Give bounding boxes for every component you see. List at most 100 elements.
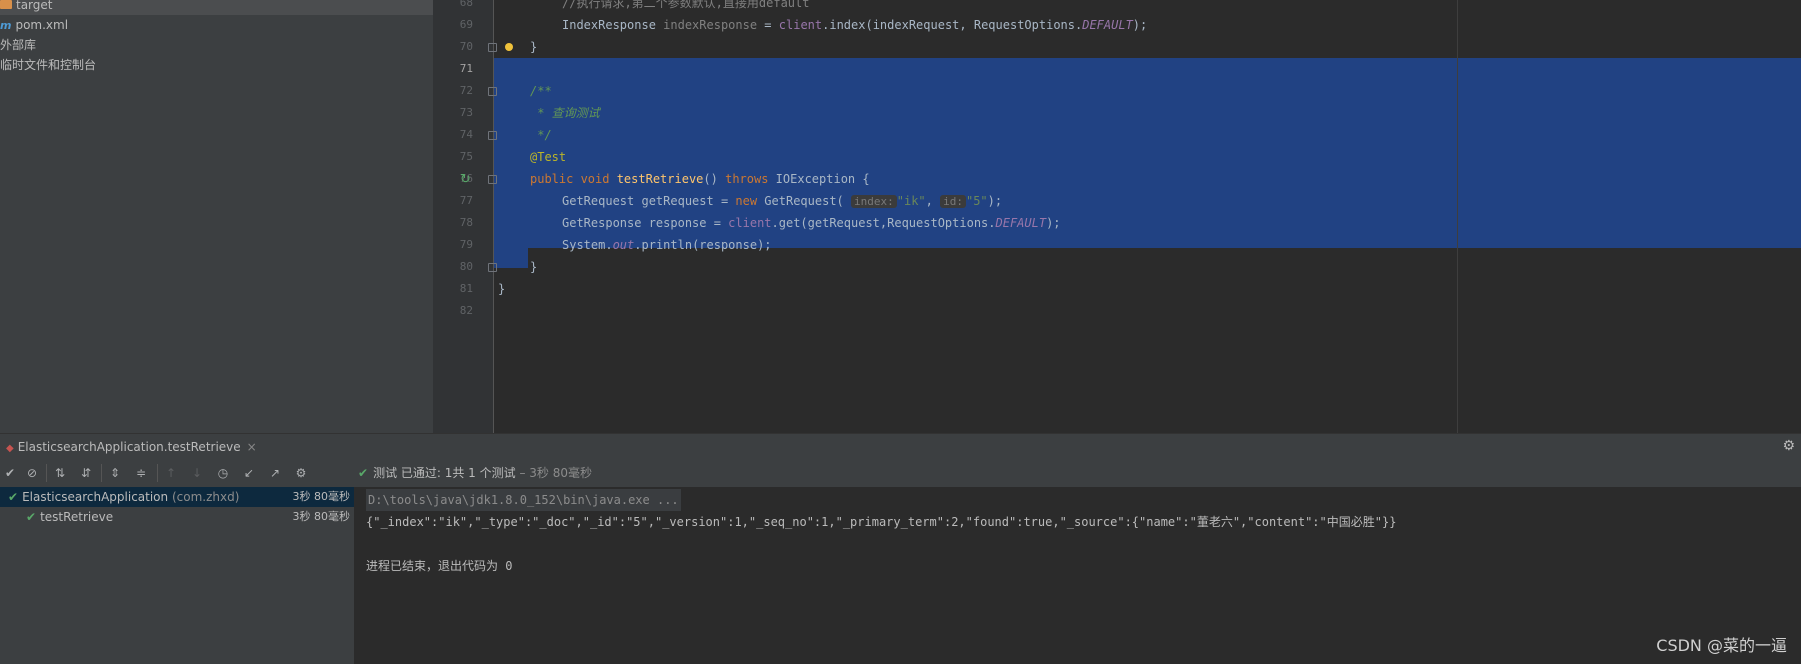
tree-item-target[interactable]: target (0, 0, 433, 15)
code-line-79: System.out.println(response); (562, 234, 772, 256)
tree-item-label: 临时文件和控制台 (0, 58, 97, 72)
toolbar-divider (157, 464, 158, 482)
code-token: IOException { (775, 172, 870, 186)
sort-alphabetically-icon[interactable]: ⇅ (50, 463, 70, 483)
code-token: public void (530, 172, 617, 186)
sort-by-duration-icon[interactable]: ⇵ (76, 463, 96, 483)
test-name: ElasticsearchApplication (22, 490, 169, 504)
code-token: .get(getRequest,RequestOptions. (771, 216, 996, 230)
text-selection-tail (494, 248, 528, 268)
check-icon: ✔ (358, 466, 369, 480)
lightbulb-icon[interactable] (505, 43, 513, 51)
test-name: testRetrieve (40, 510, 114, 524)
line-number: 71 (459, 62, 473, 75)
code-token: new (735, 194, 765, 208)
run-toolbar: ✔ ⊘ ⇅ ⇵ ⇕ ≑ ↑ ↓ ◷ ↙ ↗ ⚙ (0, 459, 354, 487)
next-failed-icon[interactable]: ↓ (187, 463, 207, 483)
line-number: 75 (459, 150, 473, 163)
watermark: CSDN @菜的一逼 (1656, 636, 1787, 655)
line-number: 72 (459, 84, 473, 97)
show-passed-icon[interactable]: ✔ (0, 463, 20, 483)
code-token: DEFAULT (1082, 18, 1133, 32)
close-icon[interactable]: × (247, 440, 257, 454)
tree-item-external-libraries[interactable]: 外部库 (0, 35, 36, 55)
comment: * 查询测试 (530, 106, 600, 120)
code-token: out (612, 238, 635, 252)
code-token: ); (987, 194, 1003, 208)
tree-item-label: target (16, 0, 53, 12)
line-number: 73 (459, 106, 473, 119)
string-literal: "5" (965, 194, 988, 208)
annotation: @Test (530, 150, 567, 164)
code-token: GetRequest getRequest = (562, 194, 736, 208)
comment: */ (530, 128, 552, 142)
console-exit-line: 进程已结束，退出代码为 0 (366, 559, 513, 573)
console-command-line[interactable]: D:\tools\java\jdk1.8.0_152\bin\java.exe … (366, 489, 681, 511)
code-line-72: /** (530, 80, 552, 102)
code-token: throws (725, 172, 776, 186)
run-tab[interactable]: ◆ ElasticsearchApplication.testRetrieve × (6, 434, 257, 460)
comment: /** (530, 84, 552, 98)
run-tool-window-header: ◆ ElasticsearchApplication.testRetrieve × … (0, 433, 1801, 460)
code-line-80: } (530, 256, 537, 278)
test-status-text: 测试 已通过: 1共 1 个测试 (373, 466, 516, 480)
code-line-68: //执行请求,第二个参数默认,直接用default (562, 0, 809, 14)
test-results-tree: ✔ ElasticsearchApplication (com.zhxd) 3秒 … (0, 487, 355, 664)
run-tab-label: ElasticsearchApplication.testRetrieve (17, 440, 241, 454)
line-number: 78 (459, 216, 473, 229)
fold-marker[interactable] (488, 87, 497, 96)
code-token: client (778, 18, 823, 32)
code-token: .println(response); (634, 238, 772, 252)
gear-icon[interactable]: ⚙ (1782, 438, 1795, 454)
code-token: ); (1046, 216, 1061, 230)
import-tests-icon[interactable]: ↙ (239, 463, 259, 483)
collapse-all-icon[interactable]: ≑ (131, 463, 151, 483)
folder-icon (0, 0, 12, 9)
previous-failed-icon[interactable]: ↑ (161, 463, 181, 483)
line-number: 74 (459, 128, 473, 141)
code-token: } (530, 40, 538, 54)
run-config-icon: ◆ (6, 443, 14, 454)
line-number: 77 (459, 194, 473, 207)
export-tests-icon[interactable]: ↗ (265, 463, 285, 483)
code-line-75: @Test (530, 146, 566, 168)
fold-marker[interactable] (488, 43, 497, 52)
line-number: 80 (459, 260, 473, 273)
test-history-icon[interactable]: ◷ (213, 463, 233, 483)
show-ignored-icon[interactable]: ⊘ (22, 463, 42, 483)
code-line-69: IndexResponse indexResponse = client.ind… (562, 14, 1147, 36)
code-line-74: */ (530, 124, 552, 146)
code-token: = (757, 18, 779, 32)
settings-icon[interactable]: ⚙ (291, 463, 311, 483)
code-token: } (530, 260, 538, 274)
expand-all-icon[interactable]: ⇕ (105, 463, 125, 483)
tree-item-label: pom.xml (15, 18, 69, 32)
tree-item-scratches[interactable]: 临时文件和控制台 (0, 55, 96, 75)
test-suite-row[interactable]: ✔ ElasticsearchApplication (com.zhxd) 3秒 … (0, 487, 354, 507)
fold-marker[interactable] (488, 175, 497, 184)
comment: //执行请求,第二个参数默认,直接用default (562, 0, 810, 10)
code-token: GetRequest( (764, 194, 851, 208)
code-token: ); (1132, 18, 1148, 32)
line-number: 70 (459, 40, 473, 53)
editor-gutter[interactable]: 68 69 70 71 72 73 74 75 76 77 78 79 80 8… (433, 0, 497, 433)
fold-marker[interactable] (488, 263, 497, 272)
fold-marker[interactable] (488, 131, 497, 140)
code-token: DEFAULT (995, 216, 1047, 230)
code-line-77: GetRequest getRequest = new GetRequest( … (562, 190, 1002, 212)
test-passed-icon: ✔ (8, 490, 19, 504)
test-duration: 3秒 80毫秒 (292, 490, 351, 503)
test-duration: 3秒 80毫秒 (292, 510, 351, 523)
test-package: (com.zhxd) (171, 490, 240, 504)
code-editor[interactable]: 68 69 70 71 72 73 74 75 76 77 78 79 80 8… (433, 0, 1801, 433)
project-tree-panel: target m pom.xml 外部库 临时文件和控制台 (0, 0, 433, 433)
test-case-row[interactable]: ✔ testRetrieve 3秒 80毫秒 (0, 507, 354, 527)
code-token: .index(indexRequest, RequestOptions. (822, 18, 1083, 32)
tree-item-pom[interactable]: m pom.xml (0, 15, 68, 35)
code-token: System. (562, 238, 613, 252)
test-passed-icon: ✔ (26, 510, 37, 524)
code-line-70: } (530, 36, 537, 58)
console-output[interactable]: D:\tools\java\jdk1.8.0_152\bin\java.exe … (354, 487, 1801, 664)
run-test-icon[interactable]: ↻ (460, 172, 471, 187)
test-status-bar: ✔ 测试 已通过: 1共 1 个测试 – 3秒 80毫秒 (354, 459, 1801, 487)
